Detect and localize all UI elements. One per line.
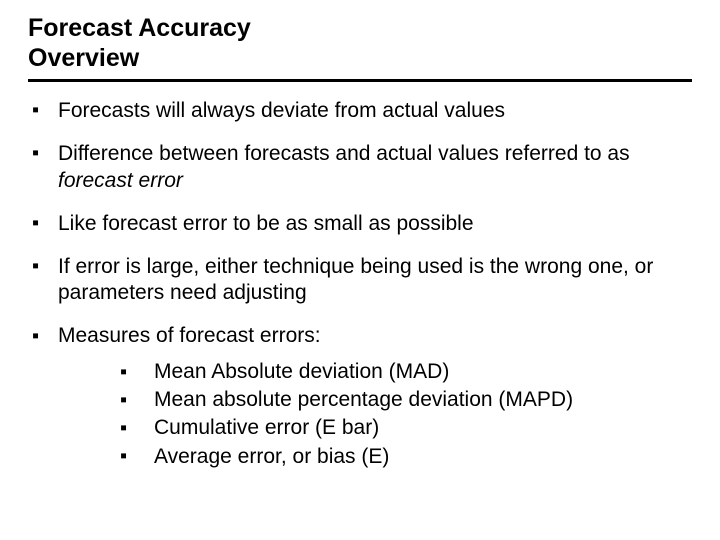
- slide: Forecast Accuracy Overview Forecasts wil…: [0, 0, 720, 540]
- title-divider: [28, 79, 692, 82]
- bullet-text: Forecasts will always deviate from actua…: [58, 99, 505, 122]
- bullet-item: If error is large, either technique bein…: [28, 254, 692, 308]
- bullet-text: Measures of forecast errors:: [58, 324, 321, 347]
- bullet-item: Difference between forecasts and actual …: [28, 141, 692, 195]
- bullet-list: Forecasts will always deviate from actua…: [28, 98, 692, 471]
- bullet-item: Measures of forecast errors: Mean Absolut…: [28, 323, 692, 470]
- sub-bullet-item: Average error, or bias (E): [120, 443, 692, 471]
- sub-bullet-item: Mean absolute percentage deviation (MAPD…: [120, 386, 692, 414]
- bullet-text: Like forecast error to be as small as po…: [58, 212, 474, 235]
- sub-bullet-item: Mean Absolute deviation (MAD): [120, 358, 692, 386]
- title-line-1: Forecast Accuracy: [28, 14, 692, 44]
- sub-bullet-item: Cumulative error (E bar): [120, 414, 692, 442]
- slide-title: Forecast Accuracy Overview: [28, 14, 692, 73]
- bullet-text: Difference between forecasts and actual …: [58, 142, 630, 192]
- sub-bullet-list: Mean Absolute deviation (MAD)Mean absolu…: [58, 358, 692, 471]
- title-line-2: Overview: [28, 44, 692, 74]
- bullet-text: If error is large, either technique bein…: [58, 255, 653, 305]
- bullet-item: Forecasts will always deviate from actua…: [28, 98, 692, 125]
- bullet-item: Like forecast error to be as small as po…: [28, 211, 692, 238]
